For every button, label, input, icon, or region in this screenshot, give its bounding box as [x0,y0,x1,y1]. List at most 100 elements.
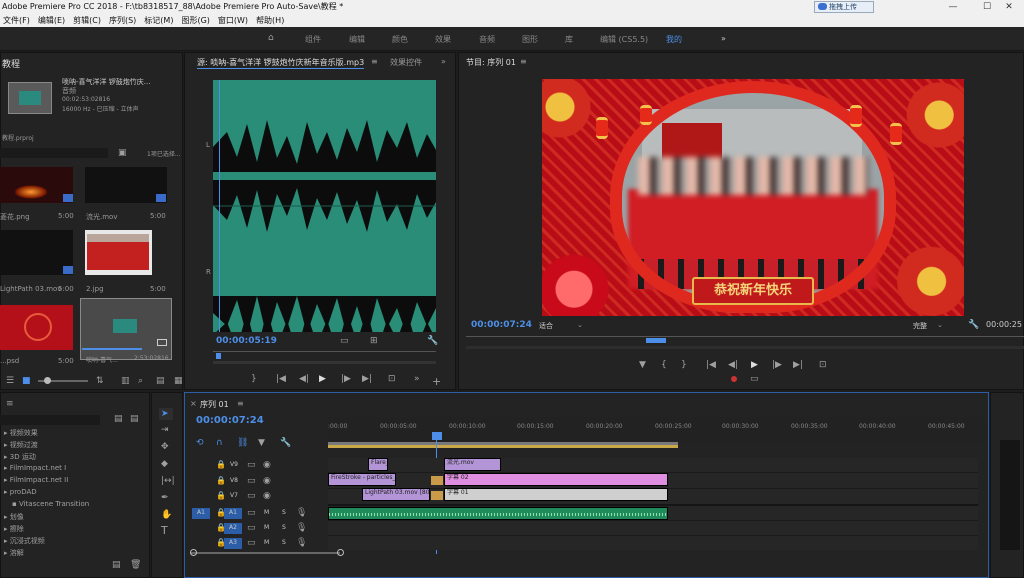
vr-toggle-icon[interactable]: ▭ [750,374,759,384]
workspace-assembly[interactable]: 组件 [305,34,321,45]
zoom-slider-handle[interactable] [44,377,51,384]
automate-icon[interactable]: ▥ [121,376,130,386]
go-to-out-icon[interactable]: ▶| [362,374,372,384]
track-label-a3[interactable]: A3 [224,538,242,549]
menu-clip[interactable]: 剪辑(C) [73,16,101,25]
scrollbar-handle-right[interactable] [337,549,344,556]
new-item-icon[interactable]: ▦ [174,376,183,386]
close-sequence-icon[interactable]: × [190,399,197,408]
sort-icon[interactable]: ⇅ [96,376,104,386]
record-icon[interactable] [731,376,737,382]
step-back-icon[interactable]: ◀| [728,360,738,370]
program-scrub-handle[interactable] [646,338,666,343]
eye-icon[interactable]: ◉ [263,476,271,486]
effect-folder[interactable]: ▸ 溶解 [4,548,24,558]
nest-icon[interactable]: ⟲ [196,438,204,448]
effect-folder[interactable]: ▸ 擦除 [4,524,24,534]
microphone-icon[interactable]: 🎙 [296,538,307,548]
timeline-clip[interactable]: Flare_... [368,458,388,471]
new-bin-icon[interactable]: ▤ [112,560,121,570]
export-frame-icon[interactable]: ⊡ [388,374,396,384]
mute-button[interactable]: M [264,508,269,518]
workspace-libraries[interactable]: 库 [565,34,573,45]
effect-controls-tab[interactable]: 效果控件 [390,57,422,68]
thumb-group-photo[interactable] [85,230,152,275]
project-search-input[interactable] [0,148,108,158]
transition-marker[interactable] [431,476,443,485]
quality-dropdown[interactable]: 完整 [913,321,927,331]
accelerated-icon[interactable]: ▤ [114,414,123,424]
bin-icon[interactable]: ▣ [118,148,127,158]
sync-lock-icon[interactable]: ▭ [247,491,256,501]
source-patch-a1[interactable]: A1 [192,508,210,519]
sequence-tab-menu-icon[interactable]: ≡ [237,399,244,408]
mark-in-icon[interactable]: } [251,374,257,384]
thumb-red-frame[interactable] [0,305,73,350]
project-tab[interactable]: 教程 [2,57,20,70]
lock-icon[interactable]: 🔒 [216,491,226,501]
timeline-scrollbar[interactable] [190,552,340,554]
solo-button[interactable]: S [282,538,286,548]
source-playhead[interactable] [219,80,220,332]
menu-graphics[interactable]: 图形(G) [181,16,209,25]
mark-out-icon[interactable]: } [681,360,687,370]
hand-tool-icon[interactable]: ✋ [161,510,172,520]
timeline-clip[interactable]: 流光.mov [444,458,501,471]
effect-folder[interactable]: ▸ proDAD [4,488,37,496]
list-view-icon[interactable]: ☰ [6,376,14,386]
program-scrub-bar[interactable] [466,336,1024,337]
source-scrub-bar[interactable] [213,351,436,352]
play-icon[interactable]: ▶ [751,360,758,370]
ripple-edit-tool-icon[interactable]: ✥ [161,442,169,452]
source-zoom-bar[interactable] [213,361,436,364]
menu-help[interactable]: 帮助(H) [256,16,284,25]
wrench-icon[interactable]: 🔧 [427,336,438,346]
play-icon[interactable]: ▶ [319,374,326,384]
add-marker-icon[interactable]: ▼ [639,360,646,370]
razor-tool-icon[interactable]: ◆ [161,459,168,469]
export-frame-icon[interactable]: ⊡ [819,360,827,370]
sync-lock-icon[interactable]: ▭ [247,523,256,533]
scrollbar-handle-left[interactable] [190,549,197,556]
timeline-clip[interactable]: 字幕 01 [444,488,668,501]
effect-folder[interactable]: ▸ 3D 运动 [4,452,36,462]
workspace-mine[interactable]: 我的 [666,34,682,45]
minimize-button[interactable]: — [936,0,970,14]
timeline-clip[interactable]: FireStroke - particles_mov [328,473,396,486]
go-to-in-icon[interactable]: |◀ [276,374,286,384]
pen-tool-icon[interactable]: ✒ [161,493,169,503]
menu-edit[interactable]: 编辑(E) [38,16,65,25]
workspace-graphics[interactable]: 图形 [522,34,538,45]
linked-selection-icon[interactable]: ⛓ [237,438,248,448]
effect-folder[interactable]: ▸ 视频过渡 [4,440,38,450]
workspace-editing[interactable]: 编辑 [349,34,365,45]
selection-tool-icon[interactable]: ➤ [161,409,169,419]
workspace-color[interactable]: 颜色 [392,34,408,45]
more-workspaces-icon[interactable]: » [721,34,726,43]
program-timecode[interactable]: 00:00:07:24 [471,320,532,330]
quality-dropdown-arrow-icon[interactable]: ⌄ [937,321,943,329]
go-to-out-icon[interactable]: ▶| [793,360,803,370]
effect-folder[interactable]: ▸ 视频效果 [4,428,38,438]
track-label-a1[interactable]: A1 [224,508,242,519]
find-icon[interactable]: ⌕ [138,376,143,386]
workspace-cs55[interactable]: 编辑 (CS5.5) [600,34,648,45]
track-label-a2[interactable]: A2 [224,523,242,534]
source-tab[interactable]: 源: 唢呐-喜气洋洋 锣鼓炮竹庆新年音乐版.mp3 [197,57,365,69]
add-marker-icon[interactable]: ▼ [258,438,265,448]
timeline-clip[interactable]: LightPath 03.mov [80%] [362,488,430,501]
lock-icon[interactable]: 🔒 [216,460,226,470]
source-timecode[interactable]: 00:00:05:19 [216,336,277,346]
step-back-icon[interactable]: ◀| [299,374,309,384]
menu-marker[interactable]: 标记(M) [144,16,173,25]
mark-in-icon[interactable]: { [661,360,667,370]
program-tab-menu-icon[interactable]: ≡ [520,57,527,66]
mute-button[interactable]: M [264,523,269,533]
sequence-tab[interactable]: 序列 01 [200,399,229,410]
insert-icon[interactable]: ▭ [340,336,349,346]
lock-icon[interactable]: 🔒 [216,476,226,486]
solo-button[interactable]: S [282,523,286,533]
eye-icon[interactable]: ◉ [263,460,271,470]
step-forward-icon[interactable]: |▶ [341,374,351,384]
timeline-clip[interactable]: 字幕 02 [444,473,668,486]
